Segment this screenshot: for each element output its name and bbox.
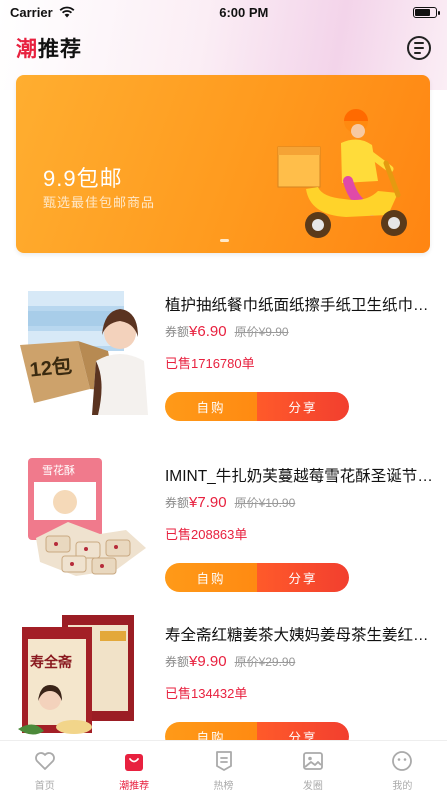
banner-title: 9.9包邮 bbox=[43, 166, 123, 191]
heart-icon bbox=[34, 752, 55, 770]
snowflake-pastry-product-icon: 雪花酥 bbox=[28, 458, 146, 576]
tab-label: 我的 bbox=[392, 781, 413, 792]
tab-label: 热榜 bbox=[213, 781, 234, 792]
delivery-scooter-icon bbox=[277, 109, 407, 238]
banner-subtitle: 甄选最佳包邮商品 bbox=[43, 195, 156, 210]
price-row: 券额 ¥9.90 原价¥29.90 bbox=[165, 653, 296, 670]
original-price: 原价¥9.90 bbox=[234, 325, 289, 339]
tab-hot-list[interactable]: 热榜 bbox=[179, 741, 268, 794]
smiley-face-icon bbox=[392, 751, 413, 771]
sold-count: 已售134432单 bbox=[165, 686, 248, 701]
price-row: 券额 ¥6.90 原价¥9.90 bbox=[165, 323, 289, 340]
carrier-label: Carrier bbox=[10, 4, 53, 20]
sold-count: 已售1716780单 bbox=[165, 356, 255, 371]
product-card[interactable]: 12包 植护抽纸餐巾纸面纸擦手纸卫生纸巾家用 券额 ¥6.90 原价¥9.90 已… bbox=[0, 281, 447, 451]
ranking-list-icon bbox=[215, 751, 232, 771]
coupon-price: ¥7.90 bbox=[189, 494, 227, 511]
product-actions: 自购 分享 bbox=[165, 563, 349, 592]
share-button[interactable]: 分享 bbox=[257, 392, 349, 421]
product-title[interactable]: 寿全斋红糖姜茶大姨妈姜母茶生姜红枣茶 bbox=[165, 623, 433, 645]
product-card[interactable]: 雪花酥 IMINT_牛扎奶芙蔓越莓雪花酥圣诞节零食 券额 ¥7.90 原价¥10.… bbox=[0, 452, 447, 622]
picture-icon bbox=[303, 752, 323, 770]
tab-moments[interactable]: 发圈 bbox=[268, 741, 357, 794]
tab-home[interactable]: 首页 bbox=[0, 741, 89, 794]
price-row: 券额 ¥7.90 原价¥10.90 bbox=[165, 494, 296, 511]
tab-label: 首页 bbox=[34, 781, 55, 792]
shopping-bag-icon bbox=[125, 754, 144, 771]
tissue-box-product-icon: 12包 bbox=[20, 291, 148, 415]
banner-page-indicator bbox=[220, 239, 229, 242]
nav-bar: 潮推荐 bbox=[0, 28, 447, 68]
promo-banner[interactable]: 9.9包邮 甄选最佳包邮商品 bbox=[16, 75, 430, 253]
tab-profile[interactable]: 我的 bbox=[358, 741, 447, 794]
status-bar: Carrier 6:00 PM bbox=[0, 0, 447, 24]
page-title: 潮推荐 bbox=[16, 38, 82, 61]
ginger-tea-product-icon: 寿全斋 bbox=[18, 615, 134, 735]
tab-label: 潮推荐 bbox=[119, 781, 150, 792]
self-buy-button[interactable]: 自购 bbox=[165, 563, 257, 592]
clock: 6:00 PM bbox=[219, 4, 269, 20]
tab-label: 发圈 bbox=[302, 781, 323, 792]
product-actions: 自购 分享 bbox=[165, 392, 349, 421]
tab-bar: 首页 潮推荐 热榜 发圈 我的 bbox=[0, 740, 447, 794]
product-title[interactable]: 植护抽纸餐巾纸面纸擦手纸卫生纸巾家用 bbox=[165, 293, 433, 315]
self-buy-button[interactable]: 自购 bbox=[165, 392, 257, 421]
svg-text:寿全斋: 寿全斋 bbox=[30, 654, 73, 670]
sold-count: 已售208863单 bbox=[165, 527, 248, 542]
product-title[interactable]: IMINT_牛扎奶芙蔓越莓雪花酥圣诞节零食 bbox=[165, 464, 433, 486]
original-price: 原价¥29.90 bbox=[234, 655, 296, 669]
message-list-icon[interactable] bbox=[407, 36, 431, 60]
tab-recommend[interactable]: 潮推荐 bbox=[89, 741, 178, 794]
coupon-price: ¥6.90 bbox=[189, 323, 227, 340]
original-price: 原价¥10.90 bbox=[234, 496, 296, 510]
share-button[interactable]: 分享 bbox=[257, 563, 349, 592]
coupon-price: ¥9.90 bbox=[189, 653, 227, 670]
battery-icon bbox=[413, 6, 440, 18]
svg-text:雪花酥: 雪花酥 bbox=[42, 464, 75, 477]
wifi-icon bbox=[59, 6, 75, 18]
